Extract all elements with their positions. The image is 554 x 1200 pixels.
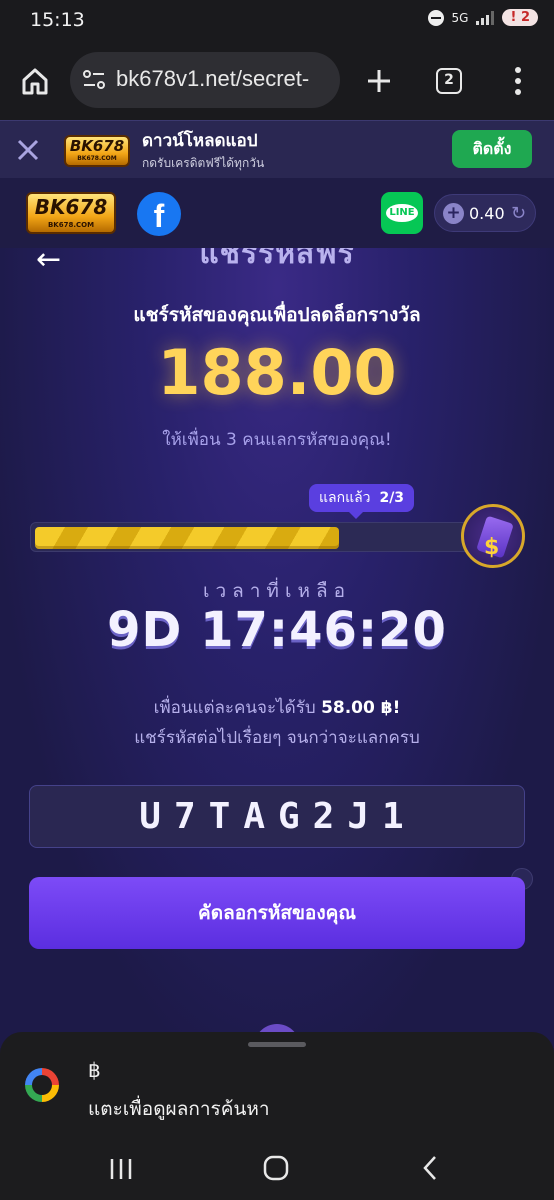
site-header: BK678 BK678.COM f LINE + 0.40 ↻ [0, 178, 554, 248]
android-nav-bar [0, 1142, 554, 1200]
reward-ticket-icon: $ [461, 504, 525, 568]
url-text: bk678v1.net/secret- [116, 66, 310, 91]
invite-text: ให้เพื่อน 3 คนแลกรหัสของคุณ! [162, 430, 392, 450]
bk678-logo[interactable]: BK678 BK678.COM [26, 192, 116, 234]
install-button[interactable]: ติดตั้ง [452, 130, 532, 168]
browser-toolbar: bk678v1.net/secret- 2 [0, 42, 554, 120]
back-arrow-icon[interactable]: ← [36, 248, 61, 277]
home-nav-icon[interactable] [262, 1154, 290, 1182]
more-menu-icon[interactable] [508, 66, 528, 96]
share-code: U7TAG2J1 [139, 796, 417, 837]
search-query: ฿ [88, 1058, 101, 1082]
install-banner-subtitle: กดรับเครดิตฟรีได้ทุกวัน [142, 156, 265, 170]
search-hint[interactable]: แตะเพื่อดูผลการค้นหา [88, 1094, 270, 1124]
url-bar[interactable]: bk678v1.net/secret- [70, 52, 340, 108]
share-code-page: แชร์รหัสฟรี ← แชร์รหัสของคุณเพื่อปลดล็อก… [0, 248, 554, 1048]
reward-amount: 188.00 [157, 336, 397, 409]
balance-value: 0.40 [469, 204, 505, 223]
balance-display[interactable]: + 0.40 ↻ [434, 194, 536, 232]
google-search-sheet[interactable]: ฿ แตะเพื่อดูผลการค้นหา [0, 1032, 554, 1200]
status-time: 15:13 [30, 9, 85, 31]
status-bar: 15:13 5G ! 2 [0, 0, 554, 42]
app-install-banner: BK678 BK678.COM ดาวน์โหลดแอป กดรับเครดิต… [0, 120, 554, 178]
new-tab-plus-icon[interactable] [366, 68, 392, 94]
plus-icon[interactable]: + [443, 203, 464, 224]
tabs-button[interactable]: 2 [436, 68, 462, 94]
notification-badge: ! 2 [502, 9, 538, 26]
bk678-logo: BK678 BK678.COM [64, 135, 130, 167]
progress-tooltip: แลกแล้ว 2/3 [309, 484, 415, 519]
keep-sharing-text: แชร์รหัสต่อไปเรื่อยๆ จนกว่าจะแลกครบ [134, 728, 420, 748]
home-icon[interactable] [20, 66, 50, 96]
google-g-icon [25, 1068, 59, 1102]
page-title: แชร์รหัสฟรี [199, 248, 355, 271]
do-not-disturb-icon [427, 9, 444, 26]
network-type: 5G [451, 10, 469, 25]
recent-apps-icon[interactable] [108, 1156, 134, 1182]
share-headline: แชร์รหัสของคุณเพื่อปลดล็อกรางวัล [133, 304, 421, 326]
close-icon[interactable] [16, 138, 40, 162]
progress-fill [35, 527, 339, 549]
friend-reward-text: เพื่อนแต่ละคนจะได้รับ 58.00 ฿! [153, 698, 401, 718]
facebook-icon[interactable]: f [137, 192, 181, 236]
line-icon[interactable]: LINE [381, 192, 423, 234]
install-banner-title: ดาวน์โหลดแอป [142, 131, 258, 151]
share-code-box[interactable]: U7TAG2J1 [29, 785, 525, 848]
refresh-icon[interactable]: ↻ [511, 203, 526, 224]
progress-bar [30, 522, 500, 552]
site-settings-icon[interactable] [82, 69, 106, 91]
signal-icon [476, 10, 495, 25]
status-icons: 5G ! 2 [427, 9, 538, 26]
copy-code-button[interactable]: คัดลอกรหัสของคุณ [29, 877, 525, 949]
sheet-drag-handle[interactable] [248, 1042, 306, 1047]
countdown-timer: 9D 17:46:20 [107, 602, 447, 658]
back-nav-icon[interactable] [420, 1154, 440, 1182]
